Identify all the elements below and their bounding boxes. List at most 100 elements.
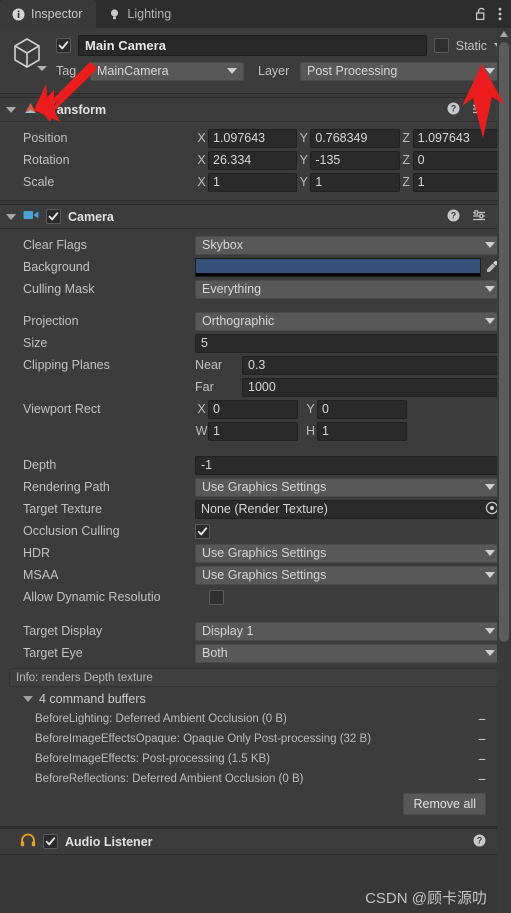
object-enabled-checkbox[interactable] xyxy=(56,38,71,53)
scale-x-input[interactable]: 1 xyxy=(208,172,298,192)
occlusion-culling-checkbox[interactable] xyxy=(195,523,210,539)
projection-label: Projection xyxy=(23,314,79,328)
audio-listener-enabled-checkbox[interactable] xyxy=(43,834,58,849)
scale-z-input[interactable]: 1 xyxy=(412,172,502,192)
msaa-dropdown[interactable]: Use Graphics Settings xyxy=(195,565,502,585)
projection-dropdown[interactable]: Orthographic xyxy=(195,311,502,331)
camera-title: Camera xyxy=(68,209,114,224)
viewport-x-input[interactable]: 0 xyxy=(208,399,298,419)
target-display-value: Display 1 xyxy=(202,624,254,638)
static-checkbox[interactable] xyxy=(433,38,449,53)
size-input[interactable]: 5 xyxy=(195,333,502,353)
tag-layer-row: Tag MainCamera Layer Post Processing xyxy=(56,61,502,81)
viewport-rect-wh-row: W 1 H 1 xyxy=(9,420,502,442)
hdr-dropdown[interactable]: Use Graphics Settings xyxy=(195,543,502,563)
preset-icon[interactable] xyxy=(472,209,486,225)
near-input[interactable]: 0.3 xyxy=(242,355,502,375)
tag-label: Tag xyxy=(56,64,77,78)
depth-input[interactable]: -1 xyxy=(195,455,502,475)
static-label: Static xyxy=(455,38,487,53)
help-icon[interactable]: ? xyxy=(447,209,460,225)
position-z-input[interactable]: 1.097643 xyxy=(412,128,502,148)
target-texture-field[interactable]: None (Render Texture) xyxy=(195,499,502,519)
viewport-w-label: W xyxy=(195,424,208,438)
culling-mask-value: Everything xyxy=(202,282,262,296)
component-audio-listener: Audio Listener ? xyxy=(0,827,511,855)
command-buffers-header[interactable]: 4 command buffers xyxy=(9,689,502,709)
command-buffer-label: BeforeImageEffectsOpaque: Opaque Only Po… xyxy=(35,733,372,745)
scrollbar-thumb[interactable] xyxy=(499,42,509,642)
axis-y-label: Y xyxy=(299,153,308,167)
target-display-row: Target Display Display 1 xyxy=(9,620,502,642)
hdr-value: Use Graphics Settings xyxy=(202,546,327,560)
far-input[interactable]: 1000 xyxy=(242,377,502,397)
position-y-input[interactable]: 0.768349 xyxy=(310,128,400,148)
culling-mask-dropdown[interactable]: Everything xyxy=(195,279,502,299)
svg-text:?: ? xyxy=(451,210,457,220)
background-color-swatch[interactable] xyxy=(195,257,481,277)
tab-inspector-label: Inspector xyxy=(31,7,83,21)
svg-text:?: ? xyxy=(451,103,457,113)
scroll-up-arrow-icon[interactable] xyxy=(500,31,508,37)
inspector-window: Inspector Lighting Main Camera Static Ta… xyxy=(0,0,511,913)
component-camera: Camera ? Clear Flags Skybox Background C… xyxy=(0,204,511,827)
scale-y-input[interactable]: 1 xyxy=(310,172,400,192)
allow-dynamic-resolution-checkbox[interactable] xyxy=(209,589,224,605)
position-x-input[interactable]: 1.097643 xyxy=(208,128,298,148)
rotation-z-input[interactable]: 0 xyxy=(412,150,502,170)
axis-x-label: X xyxy=(197,175,206,189)
clear-flags-value: Skybox xyxy=(202,238,243,252)
rotation-x-input[interactable]: 26.334 xyxy=(208,150,298,170)
projection-value: Orthographic xyxy=(202,314,275,328)
transform-title: Transform xyxy=(45,102,107,117)
object-name-row: Main Camera Static xyxy=(56,35,502,56)
tab-bar: Inspector Lighting xyxy=(0,0,511,28)
camera-info-box: Info: renders Depth texture xyxy=(9,668,502,687)
layer-dropdown[interactable]: Post Processing xyxy=(300,61,502,81)
msaa-value: Use Graphics Settings xyxy=(202,568,327,582)
prefab-cube-icon[interactable] xyxy=(10,36,44,70)
camera-foldout-icon[interactable] xyxy=(6,213,16,220)
help-icon[interactable]: ? xyxy=(447,102,460,118)
tab-inspector[interactable]: Inspector xyxy=(0,0,97,28)
prefab-dropdown-caret-icon[interactable] xyxy=(37,66,47,71)
transform-scale-row: Scale X 1 Y 1 Z 1 xyxy=(9,171,502,193)
rendering-path-dropdown[interactable]: Use Graphics Settings xyxy=(195,477,502,497)
vertical-scrollbar[interactable] xyxy=(497,28,511,913)
target-display-dropdown[interactable]: Display 1 xyxy=(195,621,502,641)
remove-all-row: Remove all xyxy=(9,789,502,819)
camera-enabled-checkbox[interactable] xyxy=(46,209,61,224)
camera-header[interactable]: Camera ? xyxy=(0,205,511,229)
command-buffer-label: BeforeReflections: Deferred Ambient Occl… xyxy=(35,773,304,785)
kebab-menu-icon[interactable] xyxy=(498,7,502,21)
target-eye-dropdown[interactable]: Both xyxy=(195,643,502,663)
lightbulb-icon xyxy=(108,8,121,21)
lock-open-icon[interactable] xyxy=(475,7,488,21)
background-label: Background xyxy=(23,260,90,274)
transform-header[interactable]: Transform ? xyxy=(0,98,511,122)
component-transform: Transform ? Position X 1.097643 Y 0.7683… xyxy=(0,97,511,201)
rendering-path-row: Rendering Path Use Graphics Settings xyxy=(9,476,502,498)
size-row: Size 5 xyxy=(9,332,502,354)
tab-lighting[interactable]: Lighting xyxy=(96,0,185,28)
viewport-w-input[interactable]: 1 xyxy=(208,421,298,441)
preset-icon[interactable] xyxy=(472,102,486,118)
culling-mask-label: Culling Mask xyxy=(23,282,95,296)
position-label: Position xyxy=(23,131,68,145)
transform-foldout-icon[interactable] xyxy=(6,106,16,113)
alpha-bar xyxy=(196,272,480,276)
command-buffers-foldout-icon[interactable] xyxy=(23,696,33,702)
chevron-down-icon xyxy=(485,484,495,490)
object-name-input[interactable]: Main Camera xyxy=(78,35,427,56)
remove-all-button[interactable]: Remove all xyxy=(403,793,486,815)
rotation-y-input[interactable]: -135 xyxy=(310,150,400,170)
chevron-down-icon xyxy=(485,286,495,292)
audio-listener-header[interactable]: Audio Listener ? xyxy=(0,828,511,854)
help-icon[interactable]: ? xyxy=(473,834,486,850)
viewport-h-input[interactable]: 1 xyxy=(317,421,407,441)
info-icon xyxy=(12,8,25,21)
clear-flags-dropdown[interactable]: Skybox xyxy=(195,235,502,255)
tag-dropdown[interactable]: MainCamera xyxy=(90,61,244,81)
viewport-y-input[interactable]: 0 xyxy=(317,399,407,419)
